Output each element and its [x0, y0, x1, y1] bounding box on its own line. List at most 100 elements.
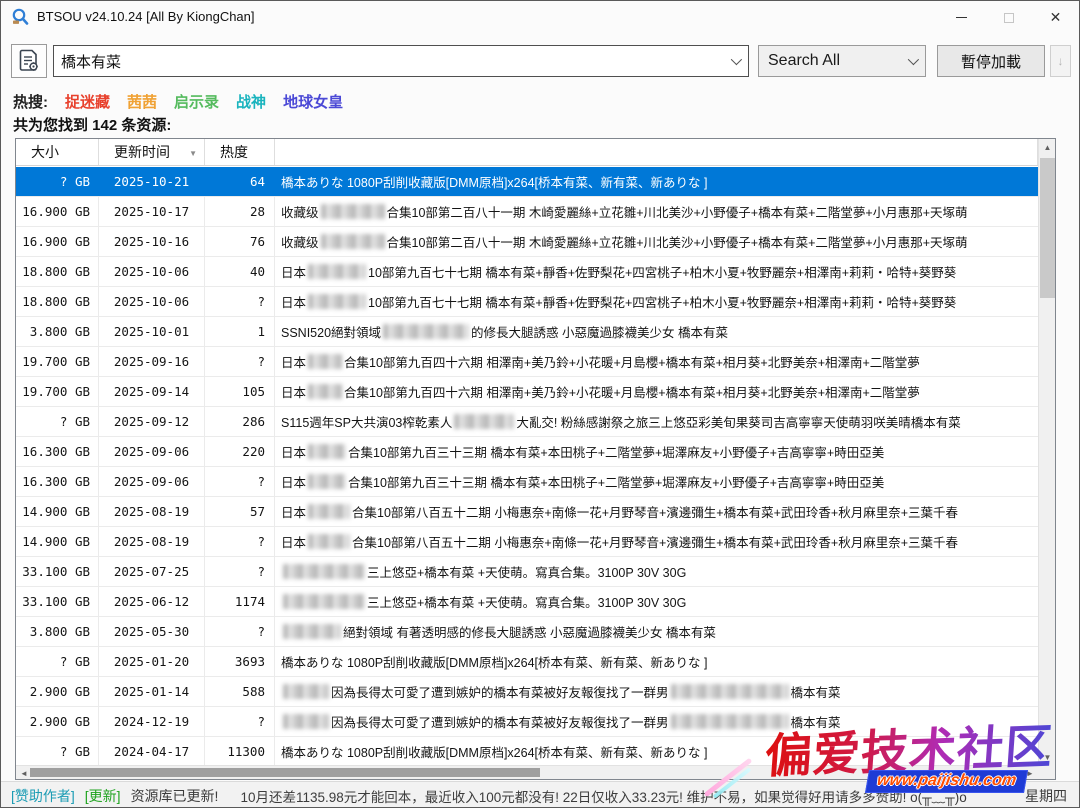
- hot-search-item[interactable]: 启示录: [174, 91, 219, 112]
- minimize-button[interactable]: [938, 1, 985, 34]
- censored-blur: [671, 714, 789, 729]
- hot-search-item[interactable]: 战神: [236, 91, 266, 112]
- horizontal-scrollbar[interactable]: ◄ ►: [16, 765, 1055, 779]
- row-heat: 40: [205, 257, 275, 286]
- row-heat: ?: [205, 557, 275, 586]
- row-date: 2025-09-14: [99, 377, 205, 406]
- vertical-scroll-thumb[interactable]: [1040, 158, 1055, 298]
- row-date: 2025-05-30: [99, 617, 205, 646]
- row-title: 日本合集10部第八百五十二期 小梅惠奈+南條一花+月野琴音+濱邊彌生+橋本有菜+…: [275, 497, 1038, 526]
- table-row[interactable]: 33.100 GB 2025-07-25 ? 三上悠亞+橋本有菜 +天使萌。寫真…: [16, 557, 1038, 587]
- engine-select[interactable]: Search All: [758, 45, 926, 77]
- chevron-down-icon: [731, 54, 742, 65]
- table-row[interactable]: 3.800 GB 2025-05-30 ? 絕對領域 有著透明感的修長大腿誘惑 …: [16, 617, 1038, 647]
- search-dropdown-button[interactable]: [722, 57, 748, 65]
- maximize-icon: [1004, 13, 1014, 23]
- table-row[interactable]: 18.800 GB 2025-10-06 40 日本10部第九百七十七期 橋本有…: [16, 257, 1038, 287]
- search-settings-button[interactable]: [11, 44, 47, 78]
- vertical-scrollbar[interactable]: ▲ ▼: [1038, 139, 1055, 765]
- censored-blur: [283, 684, 329, 699]
- table-row[interactable]: ? GB 2025-10-21 64 橋本ありな 1080P刮削收藏版[DMM原…: [16, 167, 1038, 197]
- row-date: 2025-10-06: [99, 257, 205, 286]
- table-row[interactable]: 18.800 GB 2025-10-06 ? 日本10部第九百七十七期 橋本有菜…: [16, 287, 1038, 317]
- row-date: 2025-10-17: [99, 197, 205, 226]
- table-row[interactable]: 19.700 GB 2025-09-16 ? 日本合集10部第九百四十六期 相澤…: [16, 347, 1038, 377]
- table-row[interactable]: 2.900 GB 2024-12-19 ? 因為長得太可愛了遭到嫉妒的橋本有菜被…: [16, 707, 1038, 737]
- search-input[interactable]: 橋本有菜: [53, 45, 749, 77]
- row-date: 2025-10-16: [99, 227, 205, 256]
- hot-search-item[interactable]: 地球女皇: [283, 91, 343, 112]
- row-date: 2025-10-06: [99, 287, 205, 316]
- row-title: 日本合集10部第九百四十六期 相澤南+美乃鈴+小花暖+月島櫻+橋本有菜+相月葵+…: [275, 347, 1038, 376]
- row-title: 三上悠亞+橋本有菜 +天使萌。寫真合集。3100P 30V 30G: [275, 557, 1038, 586]
- table-row[interactable]: 16.300 GB 2025-09-06 ? 日本合集10部第九百三十三期 橋本…: [16, 467, 1038, 497]
- result-summary: 共为您找到 142 条资源:: [13, 114, 171, 135]
- row-date: 2025-01-14: [99, 677, 205, 706]
- table-row[interactable]: ? GB 2024-04-17 11300 橋本ありな 1080P刮削收藏版[D…: [16, 737, 1038, 765]
- scroll-up-icon[interactable]: ▲: [1039, 139, 1056, 155]
- update-link[interactable]: [更新]: [85, 786, 121, 806]
- censored-blur: [454, 414, 514, 429]
- hot-search-label: 热搜:: [13, 91, 48, 112]
- hot-search-item[interactable]: 茜茜: [127, 91, 157, 112]
- engine-dropdown-button[interactable]: [899, 57, 925, 65]
- library-updated-text: 资源库已更新!: [131, 786, 219, 806]
- row-title: SSNI520絕對領域 的修長大腿誘惑 小惡魔過膝襪美少女 橋本有菜: [275, 317, 1038, 346]
- column-header-title[interactable]: [275, 139, 1038, 165]
- engine-value: Search All: [759, 52, 899, 70]
- row-size: 16.900 GB: [16, 227, 99, 256]
- row-heat: ?: [205, 287, 275, 316]
- row-size: 16.900 GB: [16, 197, 99, 226]
- minimize-icon: [956, 17, 967, 18]
- censored-blur: [308, 444, 346, 459]
- table-row[interactable]: 16.900 GB 2025-10-16 76 收藏级合集10部第二百八十一期 …: [16, 227, 1038, 257]
- table-row[interactable]: 16.300 GB 2025-09-06 220 日本合集10部第九百三十三期 …: [16, 437, 1038, 467]
- censored-blur: [308, 504, 350, 519]
- row-title: 橋本ありな 1080P刮削收藏版[DMM原档]x264[桥本有菜、新有菜、新あり…: [275, 737, 1038, 765]
- close-button[interactable]: ✕: [1032, 1, 1079, 34]
- row-title: 絕對領域 有著透明感的修長大腿誘惑 小惡魔過膝襪美少女 橋本有菜: [275, 617, 1038, 646]
- column-header-heat[interactable]: 热度: [205, 139, 275, 165]
- table-row[interactable]: 3.800 GB 2025-10-01 1 SSNI520絕對領域 的修長大腿誘…: [16, 317, 1038, 347]
- row-title: 因為長得太可愛了遭到嫉妒的橋本有菜被好友報復找了一群男 橋本有菜: [275, 677, 1038, 706]
- table-row[interactable]: 14.900 GB 2025-08-19 57 日本合集10部第八百五十二期 小…: [16, 497, 1038, 527]
- table-row[interactable]: 2.900 GB 2025-01-14 588 因為長得太可愛了遭到嫉妒的橋本有…: [16, 677, 1038, 707]
- sponsor-link[interactable]: [赞助作者]: [11, 786, 75, 806]
- table-row[interactable]: ? GB 2025-09-12 286 S115週年SP大共演03榨乾素人大亂交…: [16, 407, 1038, 437]
- row-heat: ?: [205, 527, 275, 556]
- row-size: 18.800 GB: [16, 257, 99, 286]
- censored-blur: [308, 354, 342, 369]
- row-size: 19.700 GB: [16, 377, 99, 406]
- row-size: 3.800 GB: [16, 617, 99, 646]
- row-heat: 588: [205, 677, 275, 706]
- row-heat: 105: [205, 377, 275, 406]
- scroll-right-icon[interactable]: ►: [1022, 766, 1038, 780]
- row-heat: 3693: [205, 647, 275, 676]
- table-row[interactable]: 33.100 GB 2025-06-12 1174 三上悠亞+橋本有菜 +天使萌…: [16, 587, 1038, 617]
- table-row[interactable]: 19.700 GB 2025-09-14 105 日本合集10部第九百四十六期 …: [16, 377, 1038, 407]
- column-header-size[interactable]: 大小: [16, 139, 99, 165]
- row-size: 14.900 GB: [16, 497, 99, 526]
- row-title: 橋本ありな 1080P刮削收藏版[DMM原档]x264[桥本有菜、新有菜、新あり…: [275, 647, 1038, 676]
- censored-blur: [283, 714, 329, 729]
- row-title: 收藏级合集10部第二百八十一期 木崎愛麗絲+立花雛+川北美沙+小野優子+橋本有菜…: [275, 197, 1038, 226]
- row-heat: 286: [205, 407, 275, 436]
- row-heat: 28: [205, 197, 275, 226]
- column-header-date[interactable]: 更新时间 ▼: [99, 139, 205, 165]
- row-size: 16.300 GB: [16, 437, 99, 466]
- scroll-down-icon[interactable]: ▼: [1039, 749, 1056, 765]
- table-row[interactable]: ? GB 2025-01-20 3693 橋本ありな 1080P刮削收藏版[DM…: [16, 647, 1038, 677]
- table-row[interactable]: 14.900 GB 2025-08-19 ? 日本合集10部第八百五十二期 小梅…: [16, 527, 1038, 557]
- horizontal-scroll-thumb[interactable]: [30, 768, 540, 777]
- row-date: 2025-10-01: [99, 317, 205, 346]
- row-size: ? GB: [16, 407, 99, 436]
- row-heat: 1: [205, 317, 275, 346]
- maximize-button[interactable]: [985, 1, 1032, 34]
- load-spinner-button[interactable]: ↓: [1050, 45, 1071, 77]
- pause-load-button[interactable]: 暫停加載: [937, 45, 1045, 77]
- censored-blur: [321, 204, 385, 219]
- hot-search-item[interactable]: 捉迷藏: [65, 91, 110, 112]
- censored-blur: [671, 684, 789, 699]
- window-title: BTSOU v24.10.24 [All By KiongChan]: [37, 9, 255, 24]
- table-row[interactable]: 16.900 GB 2025-10-17 28 收藏级合集10部第二百八十一期 …: [16, 197, 1038, 227]
